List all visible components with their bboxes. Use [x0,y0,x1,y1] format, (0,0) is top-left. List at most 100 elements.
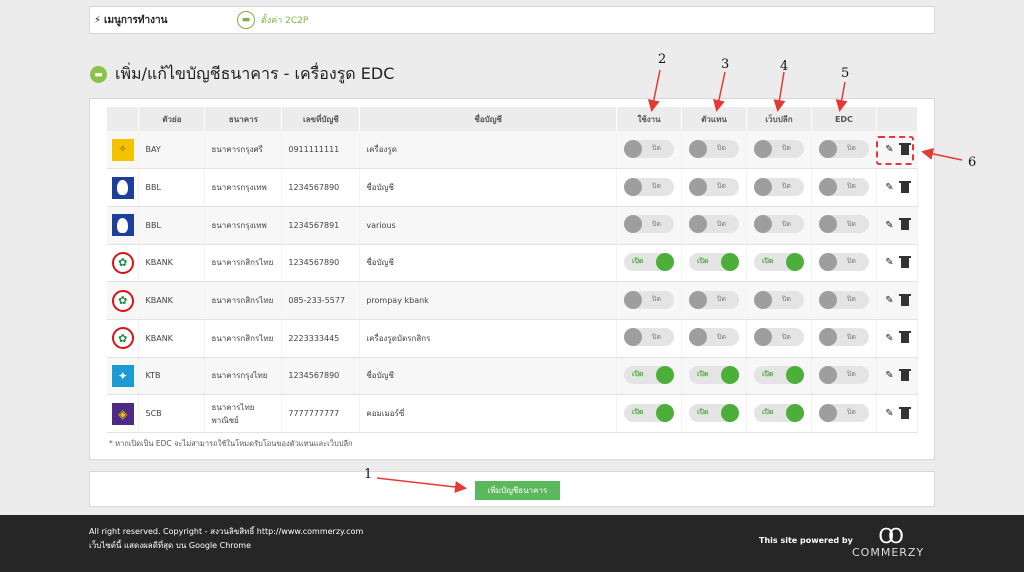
edit-pencil-icon[interactable]: ✎ [885,295,893,306]
active-toggle[interactable]: เปิด [624,365,675,384]
agent-toggle[interactable]: ปิด [689,177,740,196]
kbank-logo: ✿ [111,327,134,350]
agent-toggle[interactable]: เปิด [689,252,740,271]
toggle-knob [818,365,837,384]
edit-pencil-icon[interactable]: ✎ [885,257,893,268]
abbr-cell: KBANK [138,244,206,283]
edc-cell: ปิด [811,206,877,245]
edit-pencil-icon[interactable]: ✎ [885,408,893,419]
abbr-cell: KBANK [138,319,206,358]
annotation-1: 1 [364,467,373,482]
table-row: ✧ BAY ธนาคารกรุงศรี 0911111111 เครื่องรูด ปิด… [107,131,919,170]
edit-pencil-icon[interactable]: ✎ [885,144,893,155]
active-toggle[interactable]: ปิด [624,139,675,158]
toggle-label: ปิด [846,144,856,153]
web-retail-toggle[interactable]: ปิด [753,177,804,196]
edc-cell: ปิด [811,394,877,433]
header-edc: EDC [811,107,877,131]
web-retail-cell: ปิด [746,319,812,358]
bbl-logo [111,176,134,199]
toggle-knob [818,215,837,234]
toggle-label: ปิด [652,295,662,304]
delete-trash-icon[interactable] [898,255,911,268]
edc-toggle[interactable]: ปิด [818,215,869,234]
toggle-label: เปิด [697,408,709,417]
header-agent: ตัวแทน [681,107,747,131]
edc-cell: ปิด [811,168,877,207]
delete-trash-icon[interactable] [898,331,911,344]
bbl-logo [111,214,134,237]
edit-pencil-icon[interactable]: ✎ [885,370,893,381]
abbr-cell: BAY [138,131,206,170]
bank-cell: ธนาคารกรุงเทพ [204,168,283,207]
delete-trash-icon[interactable] [898,293,911,306]
commerzy-logo[interactable]: OO COMMERZY [852,526,924,559]
delete-trash-icon[interactable] [898,142,911,155]
web-retail-cell: เปิด [746,357,812,396]
add-bank-account-button[interactable]: เพิ่มบัญชีธนาคาร [475,481,560,500]
web-retail-toggle[interactable]: เปิด [753,403,804,422]
toggle-label: เปิด [697,257,709,266]
toggle-label: ปิด [846,408,856,417]
delete-trash-icon[interactable] [898,368,911,381]
web-retail-toggle[interactable]: เปิด [753,252,804,271]
active-toggle[interactable]: เปิด [624,252,675,271]
web-retail-toggle[interactable]: ปิด [753,328,804,347]
active-cell: ปิด [616,319,683,358]
web-retail-toggle[interactable]: ปิด [753,215,804,234]
annotation-2: 2 [658,52,667,67]
delete-trash-icon[interactable] [898,406,911,419]
web-retail-toggle[interactable]: ปิด [753,139,804,158]
table-row: ✦ KTB ธนาคารกรุงไทย 1234567890 ชื่อบัญชี เปิด… [107,357,919,396]
active-cell: ปิด [616,206,683,245]
delete-trash-icon[interactable] [898,180,911,193]
agent-toggle[interactable]: ปิด [689,139,740,158]
active-toggle[interactable]: ปิด [624,215,675,234]
annotation-6: 6 [968,155,977,170]
toggle-label: ปิด [846,295,856,304]
web-retail-cell: ปิด [746,281,812,320]
active-toggle[interactable]: ปิด [624,290,675,309]
toggle-knob [689,215,708,234]
web-retail-cell: ปิด [746,206,812,245]
edit-pencil-icon[interactable]: ✎ [885,220,893,231]
delete-trash-icon[interactable] [898,218,911,231]
active-cell: ปิด [616,168,683,207]
active-cell: ปิด [616,281,683,320]
agent-toggle[interactable]: ปิด [689,215,740,234]
edit-pencil-icon[interactable]: ✎ [885,182,893,193]
header-account-no: เลขที่บัญชี [281,107,361,131]
active-toggle[interactable]: ปิด [624,328,675,347]
active-toggle[interactable]: ปิด [624,177,675,196]
account-no-cell: 1234567890 [281,357,361,396]
edc-toggle[interactable]: ปิด [818,252,869,271]
agent-toggle[interactable]: ปิด [689,328,740,347]
web-retail-toggle[interactable]: เปิด [753,365,804,384]
bank-logo-cell: ✧ [107,131,140,170]
edit-pencil-icon[interactable]: ✎ [885,333,893,344]
kbank-logo: ✿ [111,289,134,312]
agent-toggle[interactable]: เปิด [689,365,740,384]
abbr-cell: SCB [138,394,206,433]
toggle-label: ปิด [652,144,662,153]
menu-label[interactable]: ⚡ เมนูการทำงาน [94,13,237,28]
toggle-knob [818,290,837,309]
active-toggle[interactable]: เปิด [624,403,675,422]
active-cell: เปิด [616,394,683,433]
agent-toggle[interactable]: เปิด [689,403,740,422]
edc-toggle[interactable]: ปิด [818,139,869,158]
edc-toggle[interactable]: ปิด [818,403,869,422]
edc-toggle[interactable]: ปิด [818,290,869,309]
toggle-knob [818,252,837,271]
agent-toggle[interactable]: ปิด [689,290,740,309]
agent-cell: ปิด [681,168,747,207]
table-row: ◈ SCB ธนาคารไทยพาณิชย์ 7777777777 คอมเมอร์ซี… [107,394,919,433]
edc-toggle[interactable]: ปิด [818,328,869,347]
setting-2c2p-link[interactable]: ▬ ตั้งค่า 2C2P [237,11,308,29]
bank-cell: ธนาคารกรุงไทย [204,357,283,396]
agent-cell: เปิด [681,394,747,433]
web-retail-toggle[interactable]: ปิด [753,290,804,309]
actions-cell: ✎ [876,319,919,358]
edc-toggle[interactable]: ปิด [818,365,869,384]
edc-toggle[interactable]: ปิด [818,177,869,196]
